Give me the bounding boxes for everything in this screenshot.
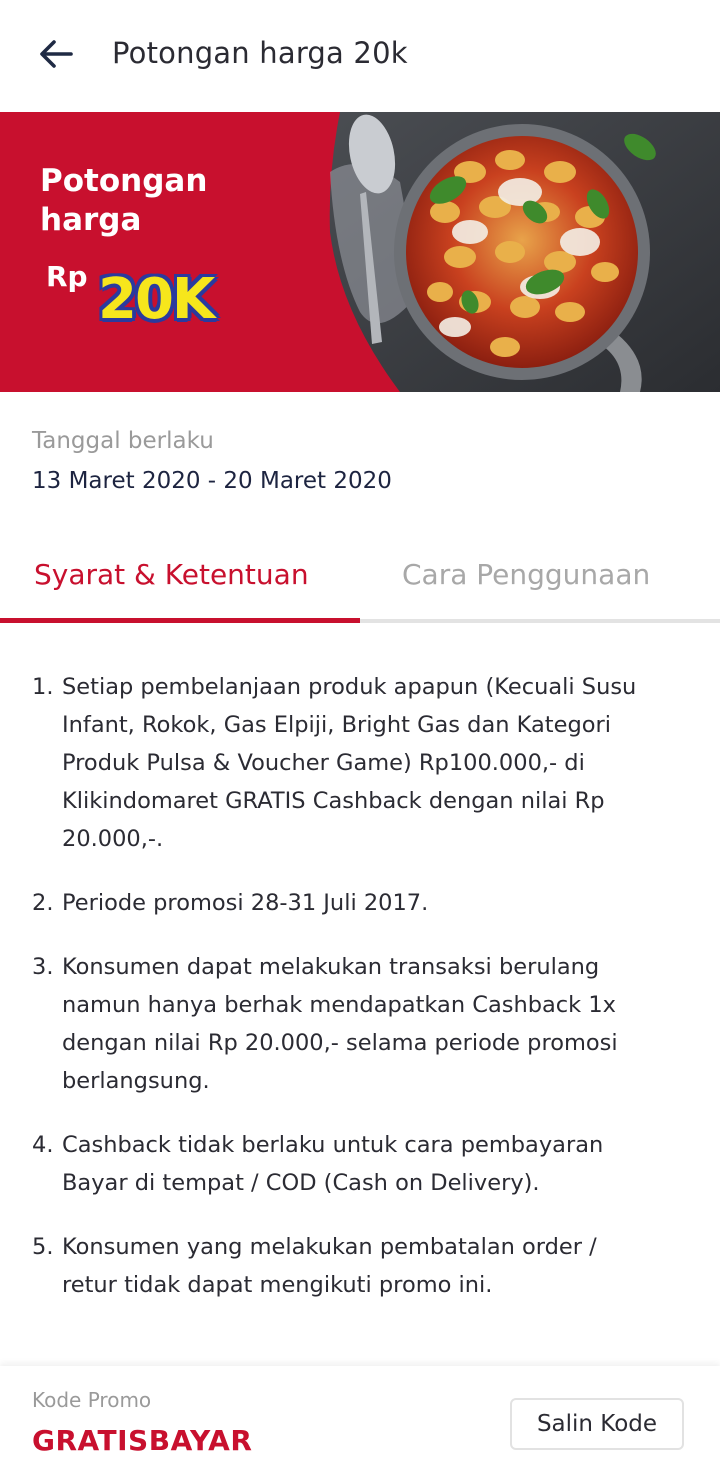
validity-date: 13 Maret 2020 - 20 Maret 2020 bbox=[32, 468, 392, 494]
active-tab-indicator bbox=[0, 618, 360, 623]
promo-amount: 20K bbox=[98, 267, 215, 332]
term-text: Cashback tidak berlaku untuk cara pembay… bbox=[62, 1132, 604, 1196]
tab-syarat-ketentuan[interactable]: Syarat & Ketentuan bbox=[34, 558, 309, 591]
term-item: 4. Cashback tidak berlaku untuk cara pem… bbox=[32, 1126, 652, 1202]
arrow-left-icon bbox=[38, 39, 74, 73]
food-photo bbox=[0, 112, 720, 392]
copy-code-button[interactable]: Salin Kode bbox=[510, 1398, 684, 1450]
term-number: 3. bbox=[32, 954, 54, 980]
term-item: 3. Konsumen dapat melakukan transaksi be… bbox=[32, 948, 652, 1100]
validity-label: Tanggal berlaku bbox=[32, 428, 214, 454]
term-number: 5. bbox=[32, 1234, 54, 1260]
promo-title: Potongan harga bbox=[40, 163, 208, 238]
page-title: Potongan harga 20k bbox=[112, 36, 408, 70]
term-item: 5. Konsumen yang melakukan pembatalan or… bbox=[32, 1228, 652, 1304]
term-number: 4. bbox=[32, 1132, 54, 1158]
tab-bar: Syarat & Ketentuan Cara Penggunaan bbox=[0, 540, 720, 624]
terms-list: 1. Setiap pembelanjaan produk apapun (Ke… bbox=[32, 668, 652, 1330]
term-number: 2. bbox=[32, 890, 54, 916]
term-number: 1. bbox=[32, 674, 54, 700]
promo-code-bar: Kode Promo GRATISBAYAR Salin Kode bbox=[0, 1366, 720, 1480]
term-text: Konsumen dapat melakukan transaksi berul… bbox=[62, 954, 618, 1094]
tab-cara-penggunaan[interactable]: Cara Penggunaan bbox=[402, 558, 650, 591]
term-item: 2. Periode promosi 28-31 Juli 2017. bbox=[32, 884, 652, 922]
app-header: Potongan harga 20k bbox=[0, 0, 720, 112]
promo-currency: Rp bbox=[46, 260, 88, 293]
term-text: Setiap pembelanjaan produk apapun (Kecua… bbox=[62, 674, 637, 852]
promo-banner: Potongan harga Rp 20K bbox=[0, 112, 720, 392]
term-item: 1. Setiap pembelanjaan produk apapun (Ke… bbox=[32, 668, 652, 858]
back-button[interactable] bbox=[30, 32, 82, 80]
promo-code-label: Kode Promo bbox=[32, 1388, 152, 1412]
term-text: Konsumen yang melakukan pembatalan order… bbox=[62, 1234, 597, 1298]
term-text: Periode promosi 28-31 Juli 2017. bbox=[62, 890, 429, 916]
promo-code-value: GRATISBAYAR bbox=[32, 1424, 253, 1457]
